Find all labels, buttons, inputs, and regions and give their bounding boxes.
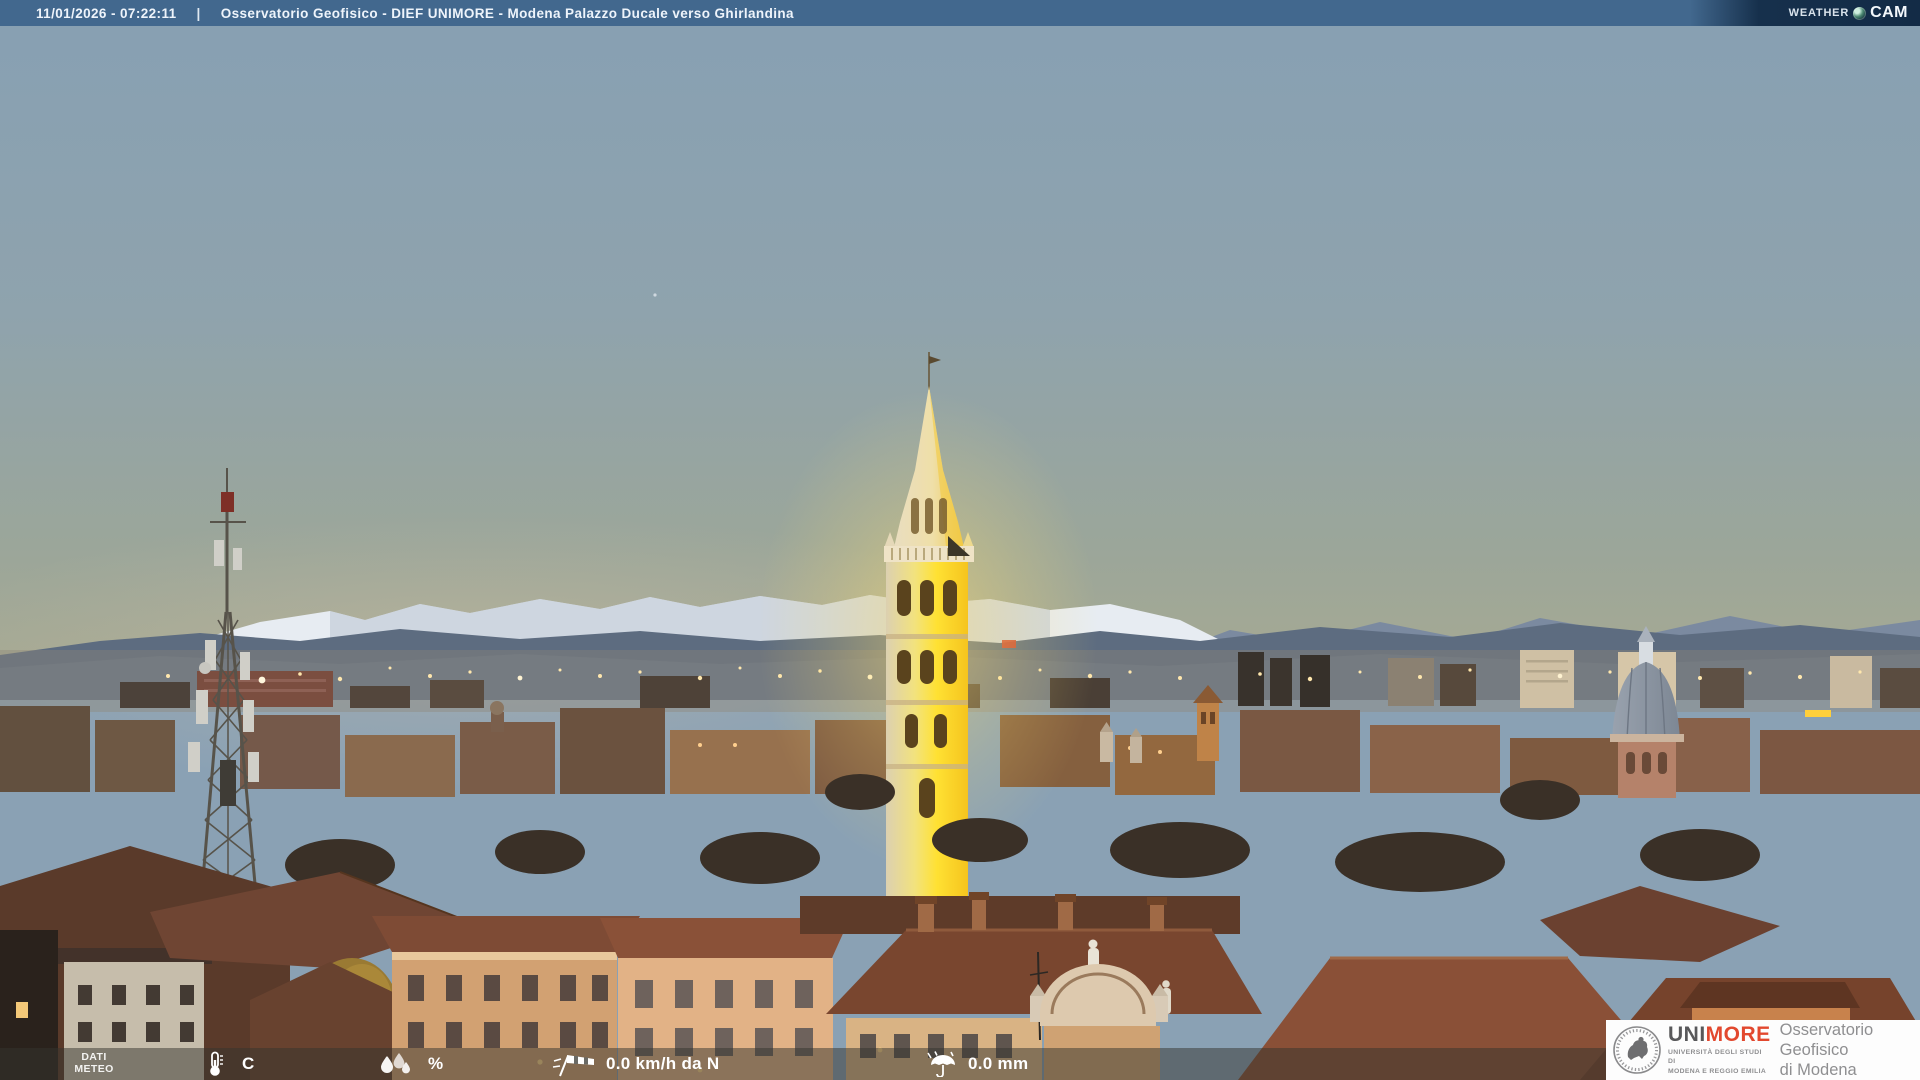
humidity-unit: % bbox=[428, 1054, 444, 1073]
camera-lens-icon bbox=[1853, 6, 1867, 20]
university-name-line2: MODENA E REGGIO EMILIA bbox=[1668, 1067, 1767, 1075]
yellow-sign-light bbox=[1805, 710, 1831, 717]
rain-value: 0.0 mm bbox=[968, 1054, 1029, 1073]
weathercam-logo: WEATHER CAM bbox=[1690, 0, 1920, 26]
wind-reading: 0.0 km/h da N bbox=[552, 1048, 720, 1080]
university-name-line1: UNIVERSITÀ DEGLI STUDI DI bbox=[1668, 1049, 1762, 1066]
humidity-drops-icon bbox=[381, 1053, 410, 1074]
temperature-unit: C bbox=[242, 1054, 255, 1073]
webcam-scene bbox=[0, 0, 1920, 1080]
wind-value: 0.0 km/h da N bbox=[606, 1054, 720, 1073]
thermometer-icon bbox=[210, 1051, 223, 1076]
windsock-icon bbox=[552, 1055, 594, 1077]
header-separator: | bbox=[196, 5, 201, 21]
unimore-more: MORE bbox=[1705, 1023, 1771, 1047]
weathercam-word2: CAM bbox=[1870, 4, 1908, 21]
weathercam-word1: WEATHER bbox=[1788, 7, 1850, 19]
header-title: Osservatorio Geofisico - DIEF UNIMORE - … bbox=[220, 5, 794, 21]
rain-reading: 0.0 mm bbox=[924, 1048, 1028, 1080]
unimore-branding-box: UNIMORE UNIVERSITÀ DEGLI STUDI DI MODENA… bbox=[1606, 1020, 1920, 1080]
header-datetime: 11/01/2026 - 07:22:11 bbox=[36, 5, 177, 21]
temperature-reading: C bbox=[204, 1048, 255, 1080]
unimore-uni: UNI bbox=[1668, 1023, 1706, 1047]
unimore-seal-icon bbox=[1613, 1026, 1661, 1074]
webcam-viewer: 11/01/2026 - 07:22:11 | Osservatorio Geo… bbox=[0, 0, 1920, 1080]
header-bar: 11/01/2026 - 07:22:11 | Osservatorio Geo… bbox=[0, 0, 1920, 26]
unimore-wordmark: UNIMORE UNIVERSITÀ DEGLI STUDI DI MODENA… bbox=[1668, 1024, 1771, 1076]
humidity-reading: % bbox=[378, 1048, 443, 1080]
umbrella-rain-icon bbox=[927, 1051, 955, 1077]
dati-meteo-label: DATI METEO bbox=[74, 1051, 114, 1076]
observatory-name: Osservatorio Geofisico di Modena bbox=[1779, 1020, 1874, 1080]
